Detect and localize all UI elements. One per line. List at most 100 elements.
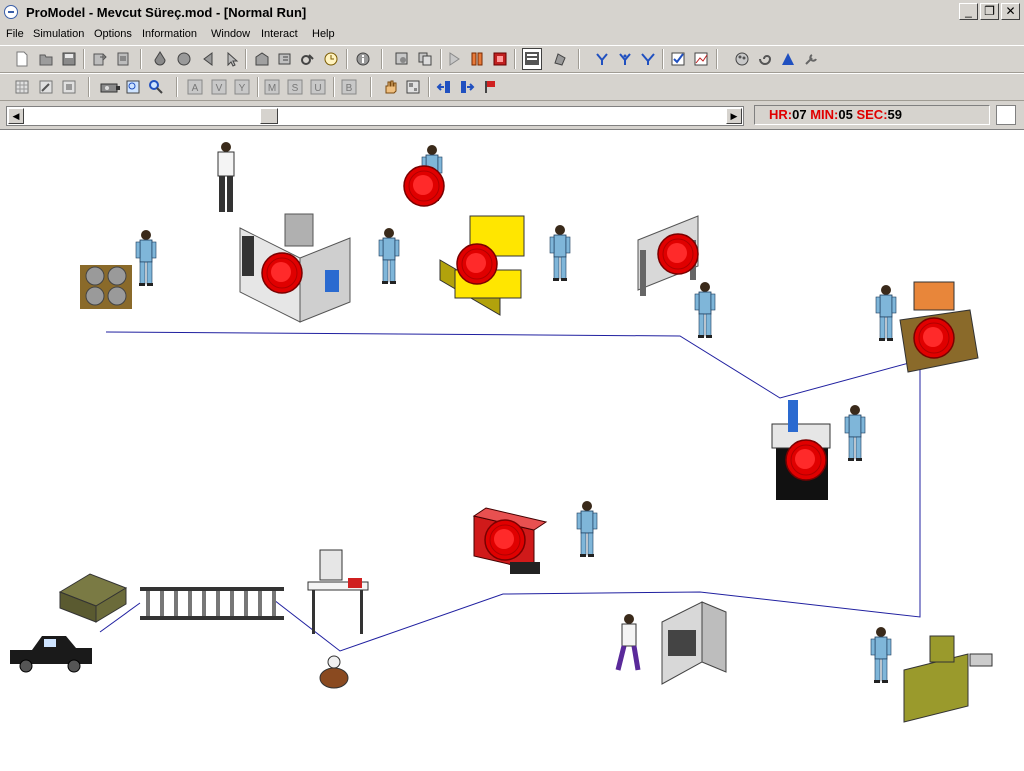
color-drop-icon[interactable] bbox=[152, 51, 168, 67]
horizontal-scrollbar[interactable]: ◀ ▶ bbox=[6, 106, 744, 126]
a-icon[interactable]: A bbox=[187, 79, 203, 95]
clock-options-box[interactable] bbox=[996, 105, 1016, 125]
zoom-window-icon[interactable] bbox=[125, 79, 141, 95]
svg-text:A: A bbox=[192, 83, 199, 94]
seated-operator[interactable] bbox=[319, 655, 349, 689]
clock-icon[interactable] bbox=[323, 51, 339, 67]
supervisor-1[interactable] bbox=[217, 142, 235, 212]
entity-part-7[interactable] bbox=[484, 519, 526, 561]
control-cabinet-machine[interactable] bbox=[661, 601, 727, 685]
scroll-left-button[interactable]: ◀ bbox=[8, 108, 24, 124]
animation-on-icon[interactable] bbox=[522, 48, 542, 70]
cnc-milling-machine[interactable] bbox=[903, 635, 993, 723]
operator-7[interactable] bbox=[844, 404, 866, 462]
layout-svg bbox=[10, 142, 993, 723]
stats-icon[interactable] bbox=[693, 51, 709, 67]
operator-6[interactable] bbox=[875, 284, 897, 342]
operator-8[interactable] bbox=[576, 500, 598, 558]
layout-icon[interactable] bbox=[405, 79, 421, 95]
entity-part-2[interactable] bbox=[261, 252, 303, 294]
roller-conveyor[interactable] bbox=[140, 587, 284, 620]
svg-text:B: B bbox=[346, 83, 353, 94]
svg-text:S: S bbox=[292, 83, 299, 94]
model-open-icon[interactable] bbox=[254, 51, 270, 67]
menu-window[interactable]: Window bbox=[211, 28, 250, 40]
menu-help[interactable]: Help bbox=[312, 28, 335, 40]
svg-text:V: V bbox=[216, 83, 223, 94]
simulation-layout-canvas[interactable] bbox=[0, 130, 1024, 768]
info-icon[interactable] bbox=[355, 51, 371, 67]
scroll-right-button[interactable]: ▶ bbox=[726, 108, 742, 124]
restore-button[interactable]: ❐ bbox=[980, 3, 999, 20]
m-icon[interactable]: M bbox=[264, 79, 280, 95]
stop-icon[interactable] bbox=[492, 51, 508, 67]
u-icon[interactable]: U bbox=[310, 79, 326, 95]
save-icon[interactable] bbox=[61, 51, 77, 67]
checklist-icon[interactable] bbox=[670, 51, 686, 67]
menu-simulation[interactable]: Simulation bbox=[33, 28, 84, 40]
technician-1[interactable] bbox=[615, 614, 641, 671]
back-arrow-icon[interactable] bbox=[200, 51, 216, 67]
entity-part-1[interactable] bbox=[403, 165, 445, 207]
app-icon[interactable] bbox=[4, 5, 18, 19]
entity-part-3[interactable] bbox=[456, 243, 498, 285]
spiral-icon[interactable] bbox=[757, 51, 773, 67]
palette-icon[interactable] bbox=[734, 51, 750, 67]
s-icon[interactable]: S bbox=[287, 79, 303, 95]
main-toolbar bbox=[0, 45, 1024, 73]
menu-options[interactable]: Options bbox=[94, 28, 132, 40]
run-settings-icon[interactable] bbox=[394, 51, 410, 67]
operator-5[interactable] bbox=[694, 281, 716, 339]
raw-material-pallet[interactable] bbox=[80, 265, 132, 309]
trace-3-icon[interactable] bbox=[640, 51, 656, 67]
magnifier-icon[interactable] bbox=[148, 79, 164, 95]
back-icon[interactable] bbox=[436, 79, 452, 95]
clock-min-label: MIN: bbox=[810, 107, 839, 122]
circle-icon[interactable] bbox=[176, 51, 192, 67]
window-title: ProModel - Mevcut Süreç.mod - [Normal Ru… bbox=[26, 5, 307, 20]
operator-9[interactable] bbox=[870, 626, 892, 684]
entity-part-5[interactable] bbox=[913, 317, 955, 359]
entity-part-6[interactable] bbox=[785, 439, 827, 481]
model-edit-icon[interactable] bbox=[277, 51, 293, 67]
export-icon[interactable] bbox=[115, 51, 131, 67]
finished-goods-pallet[interactable] bbox=[58, 573, 128, 623]
pause-icon[interactable] bbox=[469, 51, 485, 67]
open-icon[interactable] bbox=[38, 51, 54, 67]
menu-information[interactable]: Information bbox=[142, 28, 197, 40]
v-icon[interactable]: V bbox=[211, 79, 227, 95]
operator-2[interactable] bbox=[378, 227, 400, 285]
assembly-table[interactable] bbox=[307, 549, 369, 634]
title-bar: ProModel - Mevcut Süreç.mod - [Normal Ru… bbox=[0, 0, 1024, 26]
menu-interact[interactable]: Interact bbox=[261, 28, 298, 40]
hand-icon[interactable] bbox=[382, 79, 398, 95]
simulation-clock: HR:07 MIN:05 SEC:59 bbox=[754, 105, 990, 125]
operator-1[interactable] bbox=[135, 229, 157, 287]
flag-icon[interactable] bbox=[482, 79, 498, 95]
scroll-thumb[interactable] bbox=[260, 108, 278, 124]
import-icon[interactable] bbox=[92, 51, 108, 67]
y-icon[interactable]: Y bbox=[234, 79, 250, 95]
delivery-truck[interactable] bbox=[10, 636, 92, 673]
pointer-icon[interactable] bbox=[224, 51, 240, 67]
menu-file[interactable]: File bbox=[6, 28, 24, 40]
animation-off-icon[interactable] bbox=[552, 51, 568, 67]
trace-1-icon[interactable] bbox=[594, 51, 610, 67]
wrench-icon[interactable] bbox=[803, 51, 819, 67]
b-icon[interactable]: B bbox=[341, 79, 357, 95]
operator-4[interactable] bbox=[549, 224, 571, 282]
copy-icon[interactable] bbox=[417, 51, 433, 67]
trace-2-icon[interactable] bbox=[617, 51, 633, 67]
forward-icon[interactable] bbox=[459, 79, 475, 95]
edit-icon[interactable] bbox=[38, 79, 54, 95]
entity-part-4[interactable] bbox=[657, 233, 699, 275]
triangle-icon[interactable] bbox=[780, 51, 796, 67]
new-icon[interactable] bbox=[14, 51, 30, 67]
minimize-button[interactable]: _ bbox=[959, 3, 978, 20]
link-icon[interactable] bbox=[300, 51, 316, 67]
play-icon[interactable] bbox=[446, 51, 462, 67]
camera-icon[interactable] bbox=[99, 79, 121, 95]
layers-icon[interactable] bbox=[61, 79, 77, 95]
grid-icon[interactable] bbox=[14, 79, 30, 95]
close-button[interactable]: ✕ bbox=[1001, 3, 1020, 20]
